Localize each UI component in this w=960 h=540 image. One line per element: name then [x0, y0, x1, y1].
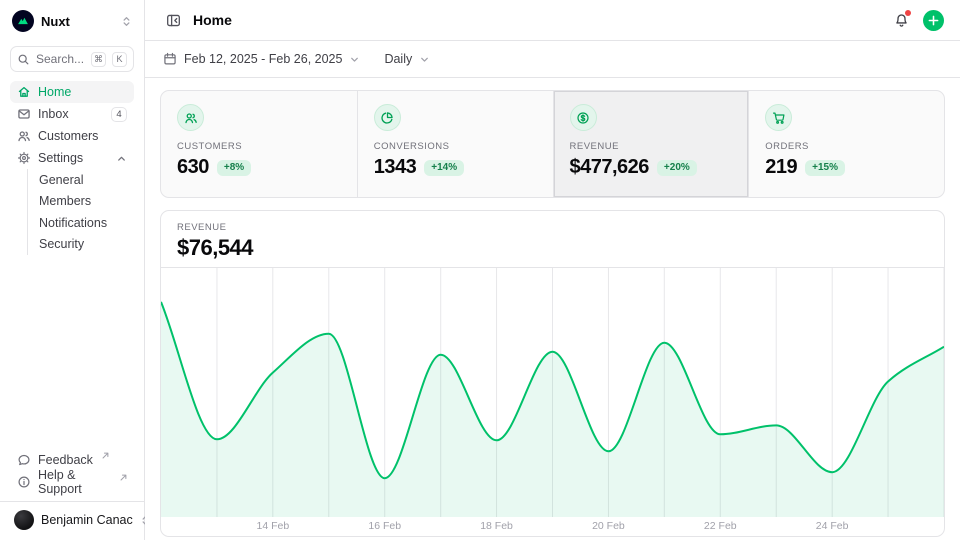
- stat-card-conversions[interactable]: CONVERSIONS 1343 +14%: [357, 91, 553, 197]
- search-input[interactable]: Search... ⌘ K: [10, 46, 134, 72]
- stat-label: REVENUE: [570, 141, 733, 152]
- sidebar-item-label: Inbox: [38, 107, 69, 121]
- sub-item-label: Security: [39, 237, 84, 251]
- revenue-chart-header: REVENUE $76,544: [161, 211, 944, 268]
- external-link-icon: [120, 474, 127, 481]
- revenue-chart-plot[interactable]: [161, 268, 944, 517]
- stat-value: 1343: [374, 156, 417, 179]
- stat-delta-badge: +20%: [657, 160, 697, 176]
- page-title: Home: [193, 12, 232, 28]
- sidebar-item-label: Settings: [38, 151, 83, 165]
- sidebar-item-general[interactable]: General: [39, 169, 134, 191]
- search-icon: [17, 53, 30, 66]
- gear-icon: [17, 151, 31, 165]
- chevron-up-down-icon: [121, 16, 132, 27]
- top-header: Home: [145, 0, 960, 41]
- stat-label: CUSTOMERS: [177, 141, 341, 152]
- user-menu[interactable]: Benjamin Canac: [10, 502, 134, 532]
- stat-value: $477,626: [570, 156, 649, 179]
- stat-label: ORDERS: [765, 141, 928, 152]
- sidebar-item-notifications[interactable]: Notifications: [39, 212, 134, 234]
- chevron-down-icon: [419, 54, 430, 65]
- date-range-label: Feb 12, 2025 - Feb 26, 2025: [184, 52, 342, 66]
- sidebar-item-label: Customers: [38, 129, 98, 143]
- chevron-down-icon: [349, 54, 360, 65]
- x-axis-tick: 14 Feb: [256, 520, 289, 532]
- search-placeholder: Search...: [36, 52, 85, 66]
- cart-icon: [765, 104, 792, 131]
- x-axis-tick: 18 Feb: [480, 520, 513, 532]
- notifications-button[interactable]: [889, 8, 913, 32]
- granularity-select[interactable]: Daily: [382, 48, 432, 70]
- stat-card-orders[interactable]: ORDERS 219 +15%: [748, 91, 944, 197]
- sidebar-footer: Feedback Help & Support Benjamin Canac: [10, 449, 134, 532]
- collapse-sidebar-button[interactable]: [161, 8, 185, 32]
- chart-label: REVENUE: [177, 222, 928, 233]
- main-content: CUSTOMERS 630 +8% CONVERSIONS 1343 +14% …: [145, 78, 960, 540]
- notification-dot: [905, 10, 911, 16]
- stat-card-revenue[interactable]: REVENUE $477,626 +20%: [553, 91, 749, 197]
- info-circle-icon: [17, 475, 31, 489]
- stat-delta-badge: +15%: [805, 160, 845, 176]
- users-icon: [177, 104, 204, 131]
- help-support-link[interactable]: Help & Support: [10, 471, 134, 493]
- x-axis-tick: 20 Feb: [592, 520, 625, 532]
- sidebar-item-customers[interactable]: Customers: [10, 125, 134, 147]
- kbd-cmd: ⌘: [91, 52, 106, 67]
- revenue-chart-card: REVENUE $76,544 14 Feb 16 Feb 18 Feb 20 Feb…: [160, 210, 945, 537]
- sidebar-item-label: Home: [38, 85, 71, 99]
- sidebar-item-members[interactable]: Members: [39, 191, 134, 213]
- inbox-icon: [17, 107, 31, 121]
- external-link-icon: [102, 452, 109, 459]
- sub-item-label: Members: [39, 194, 91, 208]
- kbd-k: K: [112, 52, 127, 67]
- calendar-icon: [163, 52, 177, 66]
- sidebar-item-inbox[interactable]: Inbox 4: [10, 103, 134, 125]
- date-range-picker[interactable]: Feb 12, 2025 - Feb 26, 2025: [161, 48, 362, 70]
- filters-toolbar: Feb 12, 2025 - Feb 26, 2025 Daily: [145, 41, 960, 78]
- home-icon: [17, 85, 31, 99]
- nuxt-logo: [12, 10, 34, 32]
- stat-delta-badge: +14%: [424, 160, 464, 176]
- users-icon: [17, 129, 31, 143]
- stat-label: CONVERSIONS: [374, 141, 537, 152]
- help-support-label: Help & Support: [38, 468, 111, 496]
- pie-chart-icon: [374, 104, 401, 131]
- stat-card-customers[interactable]: CUSTOMERS 630 +8%: [161, 91, 357, 197]
- stat-value: 630: [177, 156, 209, 179]
- stat-delta-badge: +8%: [217, 160, 251, 176]
- sidebar-nav: Home Inbox 4 Customers Settings Genera: [10, 81, 134, 255]
- revenue-chart-xaxis: 14 Feb 16 Feb 18 Feb 20 Feb 22 Feb 24 Feb: [161, 517, 944, 535]
- chevron-up-icon: [116, 153, 127, 164]
- stat-value: 219: [765, 156, 797, 179]
- feedback-label: Feedback: [38, 453, 93, 467]
- workspace-switcher[interactable]: Nuxt: [10, 10, 134, 32]
- sub-item-label: General: [39, 173, 83, 187]
- inbox-count-badge: 4: [111, 107, 127, 122]
- panel-left-close-icon: [166, 13, 181, 28]
- add-button[interactable]: [923, 10, 944, 31]
- chart-value: $76,544: [177, 235, 928, 261]
- sidebar: Nuxt Search... ⌘ K Home Inbox 4: [0, 0, 145, 540]
- stats-row: CUSTOMERS 630 +8% CONVERSIONS 1343 +14% …: [160, 90, 945, 198]
- x-axis-tick: 22 Feb: [704, 520, 737, 532]
- granularity-label: Daily: [384, 52, 412, 66]
- avatar: [14, 510, 34, 530]
- x-axis-tick: 16 Feb: [368, 520, 401, 532]
- sidebar-item-security[interactable]: Security: [39, 234, 134, 256]
- sub-item-label: Notifications: [39, 216, 107, 230]
- plus-icon: [928, 15, 939, 26]
- sidebar-item-home[interactable]: Home: [10, 81, 134, 103]
- dollar-circle-icon: [570, 104, 597, 131]
- chat-bubble-icon: [17, 453, 31, 467]
- workspace-name: Nuxt: [41, 14, 70, 29]
- user-name: Benjamin Canac: [41, 513, 133, 527]
- sidebar-item-settings[interactable]: Settings: [10, 147, 134, 169]
- x-axis-tick: 24 Feb: [816, 520, 849, 532]
- settings-sub-menu: General Members Notifications Security: [27, 169, 134, 255]
